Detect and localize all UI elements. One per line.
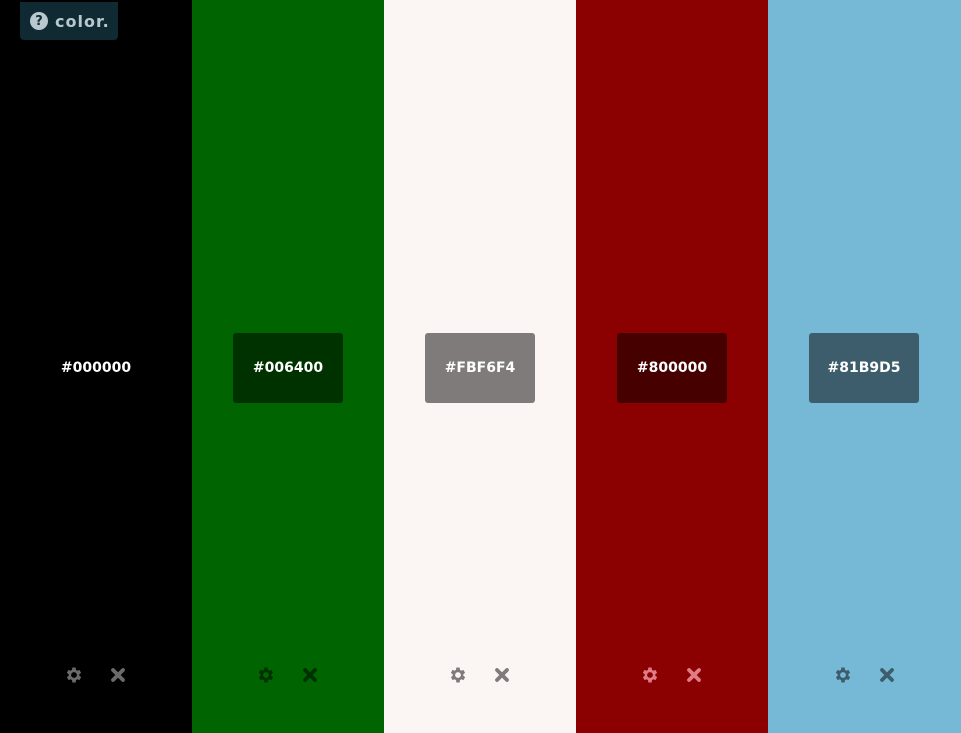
close-icon[interactable] — [492, 662, 512, 688]
color-column-3[interactable]: #FBF6F4 — [384, 0, 576, 733]
color-palette: ? color. #000000 #006400 #FBF6F4 #800000 — [0, 0, 961, 733]
color-column-4[interactable]: #800000 — [576, 0, 768, 733]
gear-icon[interactable] — [256, 662, 276, 688]
hex-label-button[interactable]: #81B9D5 — [809, 333, 919, 403]
hex-label-button[interactable]: #006400 — [233, 333, 343, 403]
gear-icon[interactable] — [64, 662, 84, 688]
gear-icon[interactable] — [640, 662, 660, 688]
logo-text: color. — [55, 11, 110, 31]
hex-label-button[interactable]: #000000 — [41, 333, 151, 403]
color-column-2[interactable]: #006400 — [192, 0, 384, 733]
column-controls — [384, 662, 576, 688]
hex-label-button[interactable]: #FBF6F4 — [425, 333, 535, 403]
color-column-5[interactable]: #81B9D5 — [768, 0, 961, 733]
column-controls — [0, 662, 192, 688]
column-controls — [576, 662, 768, 688]
close-icon[interactable] — [300, 662, 320, 688]
close-icon[interactable] — [877, 662, 897, 688]
column-controls — [768, 662, 961, 688]
close-icon[interactable] — [684, 662, 704, 688]
gear-icon[interactable] — [448, 662, 468, 688]
color-column-1[interactable]: #000000 — [0, 0, 192, 733]
gear-icon[interactable] — [833, 662, 853, 688]
column-controls — [192, 662, 384, 688]
help-icon: ? — [30, 12, 48, 30]
logo-help-button[interactable]: ? color. — [20, 2, 118, 40]
hex-label-button[interactable]: #800000 — [617, 333, 727, 403]
close-icon[interactable] — [108, 662, 128, 688]
